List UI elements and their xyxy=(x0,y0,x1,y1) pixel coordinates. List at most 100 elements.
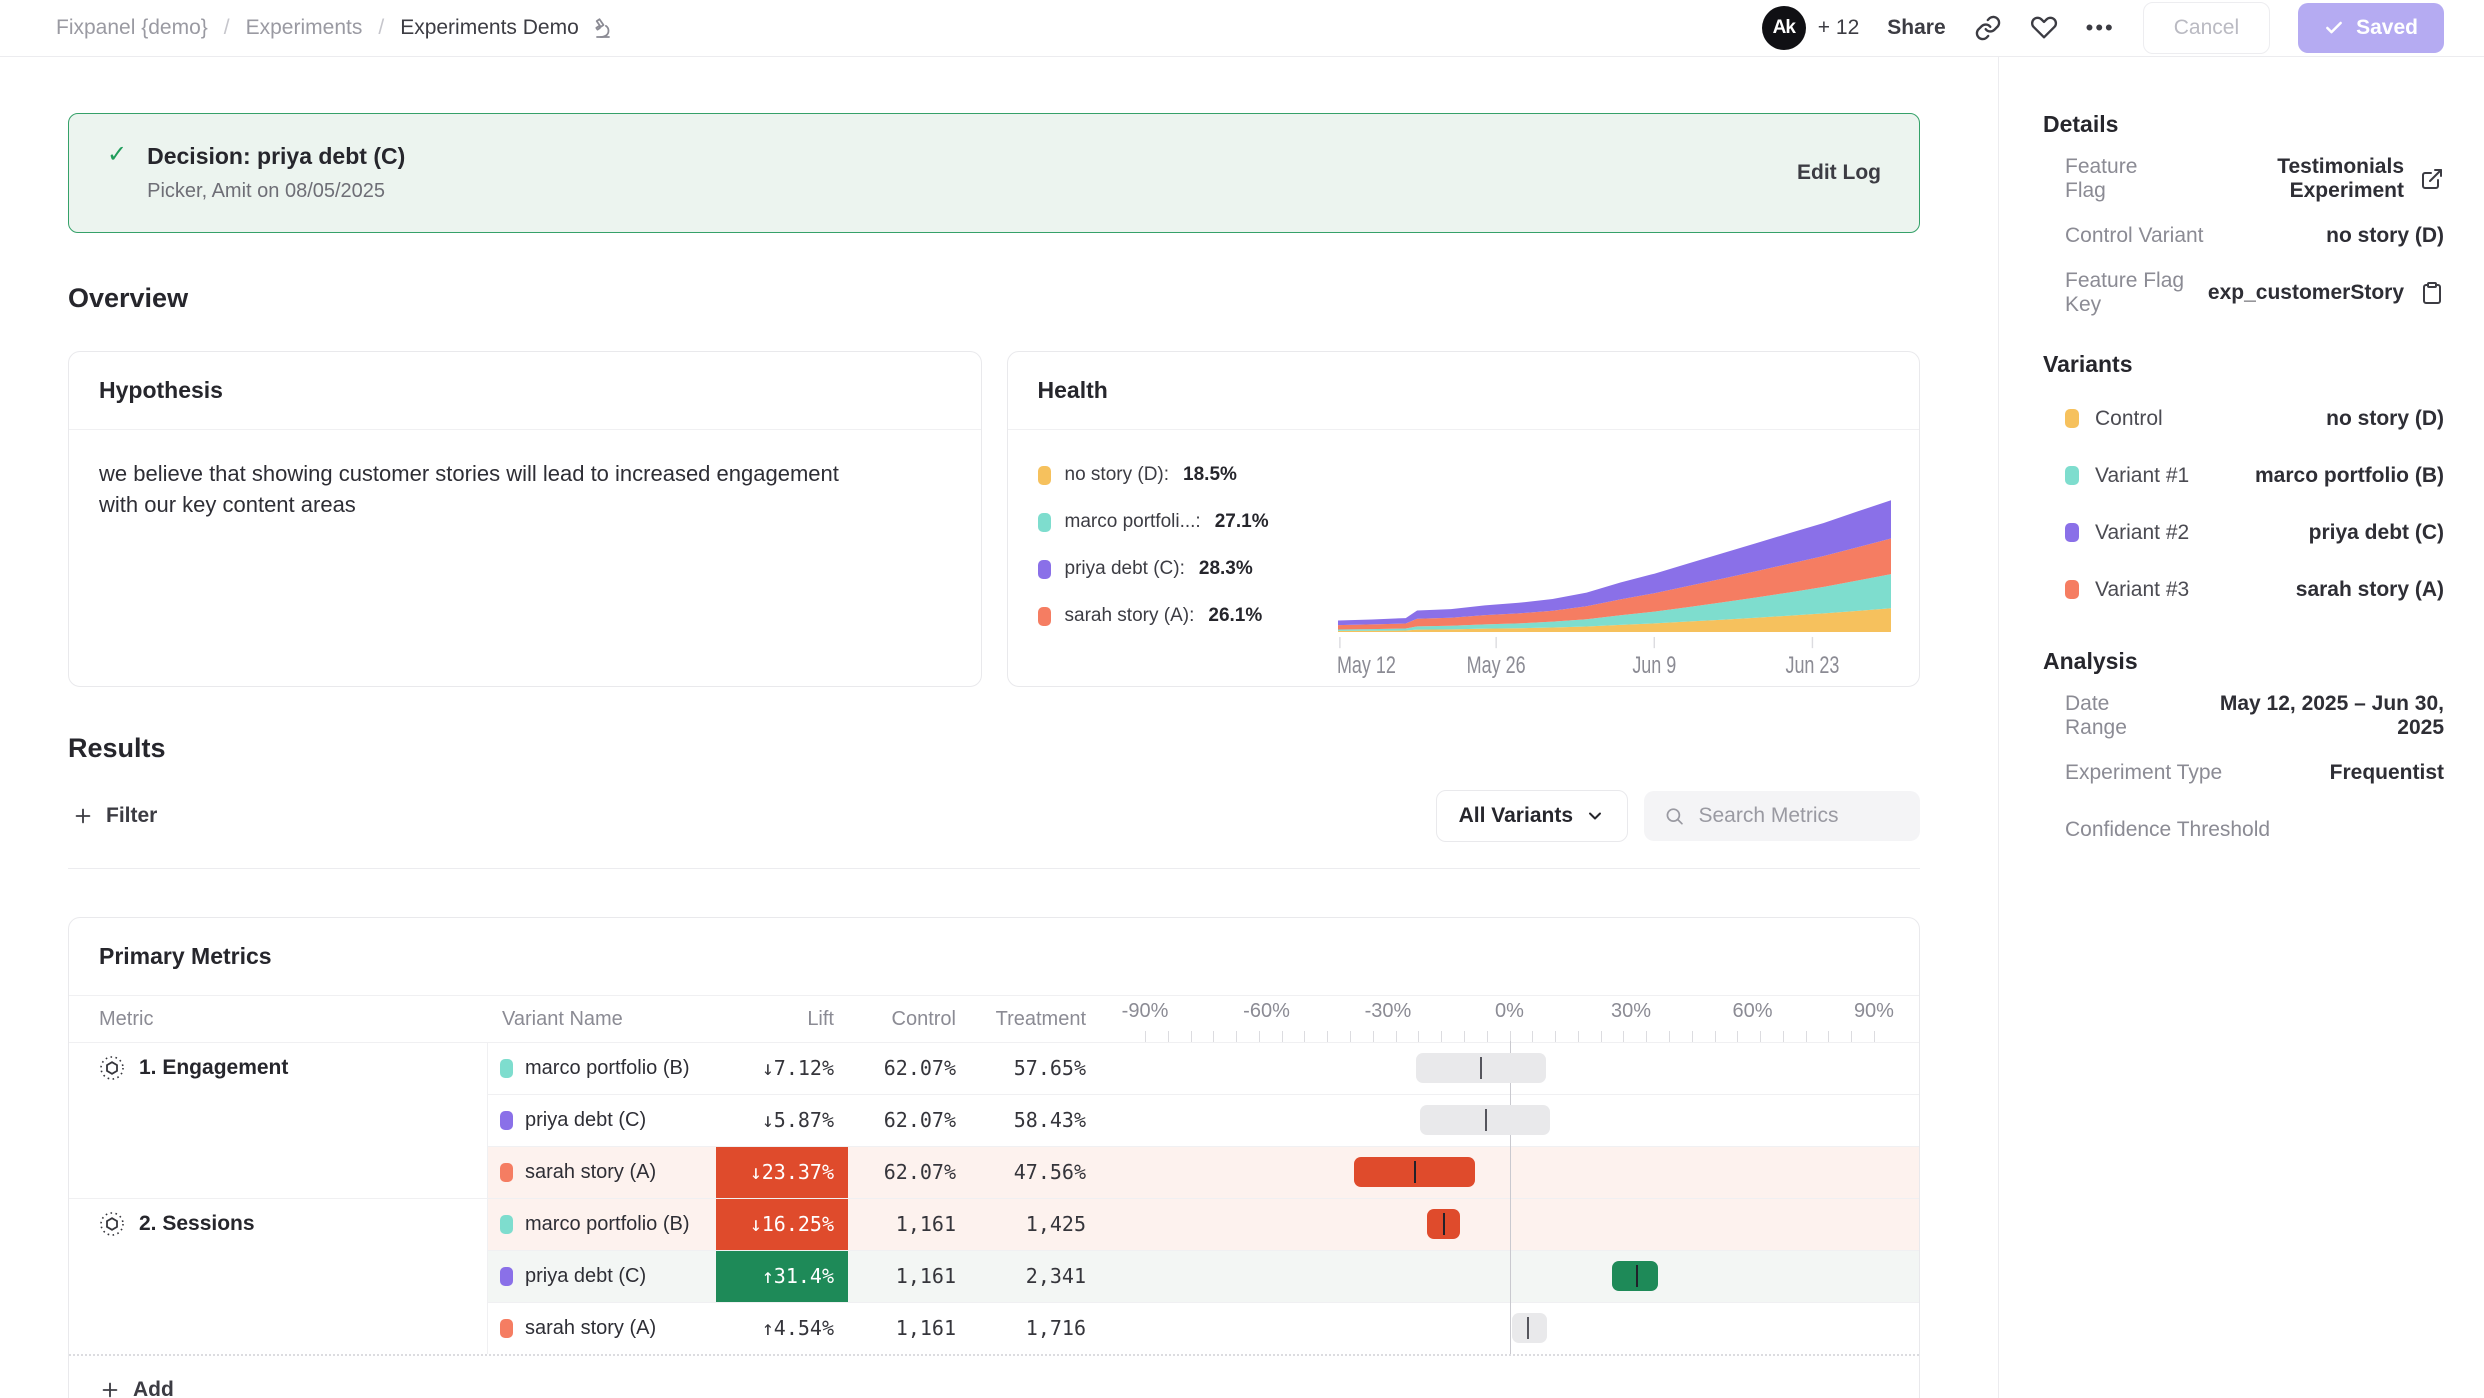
table-row[interactable]: sarah story (A)↓23.37%62.07%47.56% xyxy=(69,1146,1919,1198)
confidence-interval-cell xyxy=(1100,1198,1919,1250)
estimate-marker xyxy=(1480,1057,1482,1079)
lift-axis: -90%-60%-30%0%30%60%90% xyxy=(1100,996,1919,1042)
search-input[interactable] xyxy=(1699,804,1901,828)
axis-minor-tick xyxy=(1213,1031,1214,1042)
axis-minor-tick xyxy=(1191,1031,1192,1042)
sidebar-section-variants: VariantsControlno story (D)Variant #1mar… xyxy=(2043,351,2444,618)
variant-cell: sarah story (A) xyxy=(488,1161,716,1184)
details-row: Feature FlagTestimonials Experiment xyxy=(2043,150,2444,207)
more-menu-icon[interactable]: ••• xyxy=(2086,15,2115,41)
axis-tick-label: 90% xyxy=(1854,1000,1894,1023)
link-icon[interactable] xyxy=(1974,14,2002,42)
legend-item[interactable]: no story (D): 18.5% xyxy=(1038,464,1338,486)
table-row[interactable]: 1. Engagementmarco portfolio (B)↓7.12%62… xyxy=(69,1042,1919,1094)
add-metric-button[interactable]: Add xyxy=(99,1378,174,1398)
row-value-text: priya debt (C) xyxy=(2309,521,2444,545)
treatment-value: 57.65% xyxy=(970,1056,1100,1080)
variants-row: Controlno story (D) xyxy=(2043,390,2444,447)
metric-name: 2. Sessions xyxy=(139,1212,255,1236)
saved-button[interactable]: Saved xyxy=(2298,3,2444,53)
metric-name: 1. Engagement xyxy=(139,1056,288,1080)
axis-minor-tick xyxy=(1418,1031,1419,1042)
axis-tick-label: -60% xyxy=(1243,1000,1290,1023)
main-content: ✓ Decision: priya debt (C) Picker, Amit … xyxy=(0,57,1998,1398)
row-value: Frequentist xyxy=(2330,761,2444,785)
row-value: no story (D) xyxy=(2326,224,2444,248)
lift-value: ↓7.12% xyxy=(716,1042,848,1094)
axis-minor-tick xyxy=(1828,1031,1829,1042)
column-variant-name: Variant Name xyxy=(488,1008,716,1031)
x-axis-tick-label: Jun 9 xyxy=(1632,653,1676,678)
cancel-button[interactable]: Cancel xyxy=(2143,2,2270,54)
row-label: Feature Flag Key xyxy=(2065,269,2208,317)
variant-swatch xyxy=(500,1215,513,1234)
axis-minor-tick xyxy=(1874,1031,1875,1042)
estimate-marker xyxy=(1527,1317,1529,1339)
legend-value: 26.1% xyxy=(1208,605,1262,627)
details-heading: Details xyxy=(2043,111,2444,138)
external-link-icon[interactable] xyxy=(2420,167,2444,191)
axis-minor-tick xyxy=(1760,1031,1761,1042)
decision-text: Decision: priya debt (C) Picker, Amit on… xyxy=(147,143,405,203)
breadcrumb-experiments[interactable]: Experiments xyxy=(246,16,363,40)
clipboard-icon[interactable] xyxy=(2420,281,2444,305)
row-value-text: marco portfolio (B) xyxy=(2255,464,2444,488)
table-row[interactable]: priya debt (C)↑31.4%1,1612,341 xyxy=(69,1250,1919,1302)
table-row[interactable]: priya debt (C)↓5.87%62.07%58.43% xyxy=(69,1094,1919,1146)
add-filter-button[interactable]: Filter xyxy=(68,794,161,838)
legend-item[interactable]: priya debt (C): 28.3% xyxy=(1038,558,1338,580)
variant-cell: priya debt (C) xyxy=(488,1109,716,1132)
treatment-value: 1,716 xyxy=(970,1316,1100,1340)
axis-minor-tick xyxy=(1692,1031,1693,1042)
analysis-row: Date RangeMay 12, 2025 – Jun 30, 2025 xyxy=(2043,687,2444,744)
row-label: Control xyxy=(2095,407,2163,431)
favorite-heart-icon[interactable] xyxy=(2030,14,2058,42)
estimate-marker xyxy=(1414,1161,1416,1183)
top-actions: Ak + 12 Share ••• Cancel Saved xyxy=(1762,2,2444,54)
primary-metrics-header: Primary Metrics xyxy=(69,918,1919,996)
decision-banner: ✓ Decision: priya debt (C) Picker, Amit … xyxy=(68,113,1920,233)
treatment-value: 47.56% xyxy=(970,1160,1100,1184)
breadcrumb-current[interactable]: Experiments Demo xyxy=(400,14,617,42)
variant-cell: marco portfolio (B) xyxy=(488,1213,716,1236)
lift-value: ↑4.54% xyxy=(716,1302,848,1354)
axis-minor-tick xyxy=(1282,1031,1283,1042)
metrics-search[interactable] xyxy=(1644,791,1920,841)
axis-minor-tick xyxy=(1578,1031,1579,1042)
axis-minor-tick xyxy=(1304,1031,1305,1042)
axis-minor-tick xyxy=(1168,1031,1169,1042)
axis-minor-tick xyxy=(1737,1031,1738,1042)
check-icon: ✓ xyxy=(107,140,127,169)
collaborator-count[interactable]: + 12 xyxy=(1818,16,1859,40)
axis-tick-label: -30% xyxy=(1365,1000,1412,1023)
health-card: Health no story (D): 18.5%marco portfoli… xyxy=(1007,351,1921,687)
edit-log-button[interactable]: Edit Log xyxy=(1797,161,1881,185)
table-row[interactable]: 2. Sessionsmarco portfolio (B)↓16.25%1,1… xyxy=(69,1198,1919,1250)
column-lift: Lift xyxy=(716,1008,848,1031)
plus-icon xyxy=(99,1379,121,1398)
legend-swatch xyxy=(1038,560,1051,579)
variant-swatch xyxy=(500,1059,513,1078)
axis-minor-tick xyxy=(1623,1031,1624,1042)
avatar[interactable]: Ak xyxy=(1762,6,1806,50)
variants-dropdown[interactable]: All Variants xyxy=(1436,790,1628,842)
breadcrumb-project[interactable]: Fixpanel {demo} xyxy=(56,16,208,40)
legend-item[interactable]: marco portfoli...: 27.1% xyxy=(1038,511,1338,533)
variant-swatch xyxy=(2065,466,2079,485)
treatment-value: 2,341 xyxy=(970,1264,1100,1288)
plus-icon xyxy=(72,805,94,827)
legend-item[interactable]: sarah story (A): 26.1% xyxy=(1038,605,1338,627)
analysis-row: Experiment TypeFrequentist xyxy=(2043,744,2444,801)
variant-name: sarah story (A) xyxy=(525,1161,656,1184)
axis-minor-tick xyxy=(1851,1031,1852,1042)
table-row[interactable]: sarah story (A)↑4.54%1,1611,716 xyxy=(69,1302,1919,1354)
row-value-text: no story (D) xyxy=(2326,224,2444,248)
decision-subtitle: Picker, Amit on 08/05/2025 xyxy=(147,180,405,203)
legend-swatch xyxy=(1038,466,1051,485)
variant-cell: priya debt (C) xyxy=(488,1265,716,1288)
control-value: 62.07% xyxy=(848,1160,970,1184)
share-button[interactable]: Share xyxy=(1887,16,1945,40)
legend-value: 27.1% xyxy=(1215,511,1269,533)
axis-tick-label: -90% xyxy=(1122,1000,1169,1023)
treatment-value: 58.43% xyxy=(970,1108,1100,1132)
